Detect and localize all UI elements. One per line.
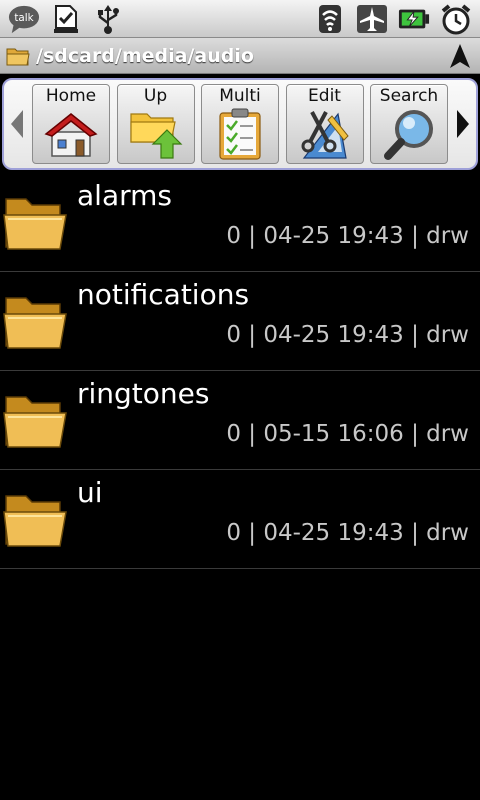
search-button-label: Search [379, 86, 439, 106]
status-bar: talk [0, 0, 480, 38]
edit-tools-icon [296, 106, 354, 162]
file-name: ui [77, 476, 103, 509]
talk-icon[interactable]: talk [8, 3, 40, 35]
up-button[interactable]: Up [116, 84, 195, 164]
file-meta: 0 | 04-25 19:43 | drw [226, 223, 469, 249]
scroll-left-arrow-icon[interactable] [8, 104, 26, 144]
file-meta: 0 | 04-25 19:43 | drw [226, 520, 469, 546]
folder-up-icon [127, 106, 185, 162]
edit-button-label: Edit [308, 86, 341, 106]
list-item[interactable]: alarms 0 | 04-25 19:43 | drw [0, 173, 480, 272]
toolbar-container: Home Up Multi Edit Search [0, 75, 480, 173]
search-button[interactable]: Search [370, 84, 448, 164]
path-bar: /sdcard/media/audio [0, 38, 480, 74]
folder-icon [2, 387, 68, 451]
home-button[interactable]: Home [32, 84, 110, 164]
folder-icon [2, 189, 68, 253]
multi-button-label: Multi [219, 86, 261, 106]
up-button-label: Up [143, 86, 168, 106]
file-name: ringtones [77, 377, 210, 410]
file-list: alarms 0 | 04-25 19:43 | drw notificatio… [0, 173, 480, 569]
navigation-arrow-icon[interactable] [446, 41, 474, 71]
folder-icon [6, 45, 30, 67]
file-name: alarms [77, 179, 172, 212]
magnifier-icon [380, 106, 438, 162]
alarm-clock-icon[interactable] [440, 3, 472, 35]
multi-select-icon [211, 106, 269, 162]
list-item[interactable]: ui 0 | 04-25 19:43 | drw [0, 470, 480, 569]
talk-label: talk [14, 11, 33, 23]
multi-button[interactable]: Multi [201, 84, 279, 164]
scroll-right-arrow-icon[interactable] [454, 104, 472, 144]
folder-icon [2, 288, 68, 352]
folder-icon [2, 486, 68, 550]
current-path: /sdcard/media/audio [36, 44, 254, 67]
home-button-label: Home [45, 86, 97, 106]
battery-charging-icon[interactable] [398, 3, 430, 35]
usb-icon[interactable] [92, 3, 124, 35]
list-item[interactable]: ringtones 0 | 05-15 16:06 | drw [0, 371, 480, 470]
airplane-mode-icon[interactable] [356, 3, 388, 35]
file-meta: 0 | 04-25 19:43 | drw [226, 322, 469, 348]
download-done-icon[interactable] [50, 3, 82, 35]
edit-button[interactable]: Edit [285, 84, 364, 164]
file-meta: 0 | 05-15 16:06 | drw [226, 421, 469, 447]
wifi-icon[interactable] [314, 3, 346, 35]
file-name: notifications [77, 278, 250, 311]
list-item[interactable]: notifications 0 | 04-25 19:43 | drw [0, 272, 480, 371]
toolbar: Home Up Multi Edit Search [2, 78, 478, 170]
home-icon [42, 106, 100, 162]
